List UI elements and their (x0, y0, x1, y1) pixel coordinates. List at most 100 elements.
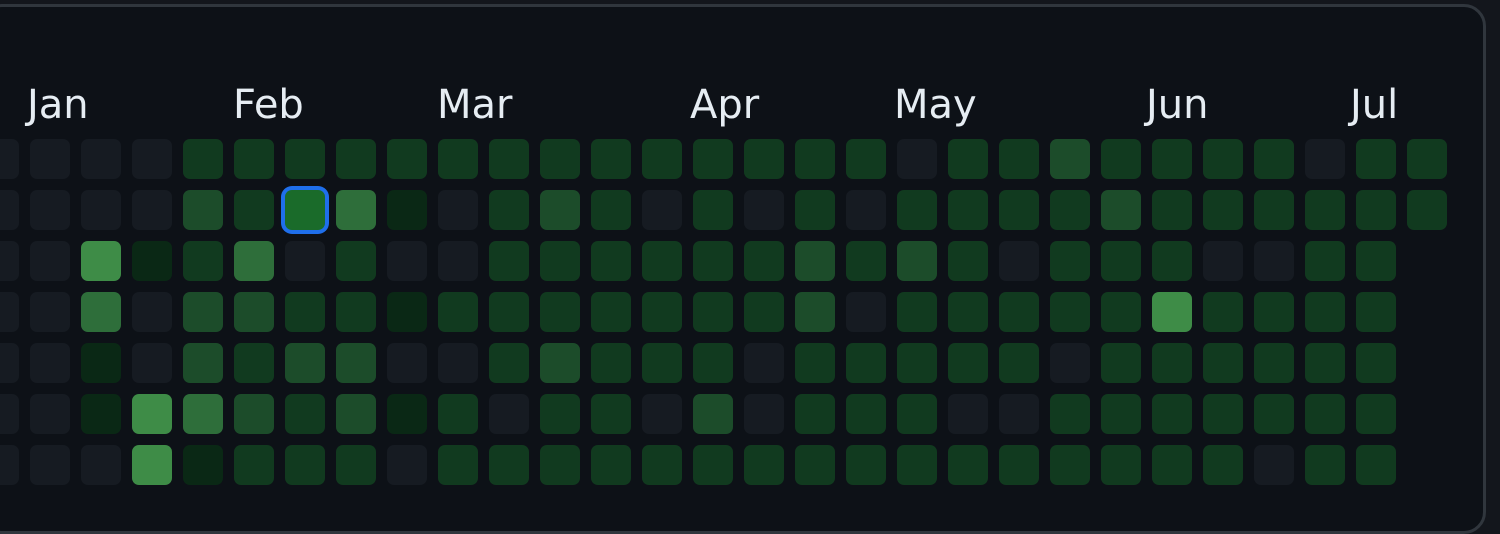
contribution-day-cell[interactable] (183, 394, 223, 434)
contribution-day-cell[interactable] (1305, 343, 1345, 383)
contribution-day-cell[interactable] (30, 139, 70, 179)
contribution-day-cell[interactable] (948, 292, 988, 332)
contribution-day-cell[interactable] (1152, 139, 1192, 179)
contribution-day-cell[interactable] (30, 445, 70, 485)
contribution-day-cell[interactable] (30, 241, 70, 281)
contribution-day-cell[interactable] (795, 292, 835, 332)
contribution-day-cell[interactable] (1050, 343, 1090, 383)
contribution-day-cell[interactable] (0, 190, 19, 230)
contribution-day-cell[interactable] (1101, 445, 1141, 485)
contribution-day-cell[interactable] (642, 241, 682, 281)
contribution-day-cell[interactable] (1203, 241, 1243, 281)
contribution-day-cell[interactable] (0, 394, 19, 434)
contribution-day-cell[interactable] (1254, 190, 1294, 230)
contribution-day-cell[interactable] (1407, 139, 1447, 179)
contribution-day-cell[interactable] (1101, 292, 1141, 332)
contribution-day-cell[interactable] (438, 190, 478, 230)
contribution-day-cell[interactable] (1152, 292, 1192, 332)
contribution-day-cell[interactable] (1254, 292, 1294, 332)
contribution-day-cell[interactable] (897, 394, 937, 434)
contribution-day-cell[interactable] (591, 292, 631, 332)
contribution-day-cell[interactable] (1101, 241, 1141, 281)
contribution-day-cell[interactable] (846, 292, 886, 332)
contribution-day-cell[interactable] (132, 292, 172, 332)
contribution-day-cell[interactable] (387, 394, 427, 434)
contribution-day-cell[interactable] (489, 241, 529, 281)
contribution-day-cell[interactable] (846, 190, 886, 230)
contribution-day-cell[interactable] (1254, 394, 1294, 434)
contribution-day-cell[interactable] (81, 139, 121, 179)
contribution-day-cell[interactable] (999, 445, 1039, 485)
contribution-day-cell[interactable] (795, 394, 835, 434)
contribution-day-cell[interactable] (438, 292, 478, 332)
contribution-day-cell[interactable] (489, 343, 529, 383)
contribution-day-cell[interactable] (999, 139, 1039, 179)
contribution-day-cell[interactable] (795, 139, 835, 179)
contribution-day-cell[interactable] (285, 394, 325, 434)
contribution-day-cell[interactable] (1101, 343, 1141, 383)
contribution-day-cell[interactable] (948, 190, 988, 230)
contribution-day-cell[interactable] (744, 139, 784, 179)
contribution-day-cell[interactable] (999, 292, 1039, 332)
contribution-day-cell[interactable] (1050, 190, 1090, 230)
contribution-day-cell[interactable] (489, 394, 529, 434)
contribution-day-cell[interactable] (438, 394, 478, 434)
contribution-day-cell[interactable] (387, 139, 427, 179)
contribution-day-cell[interactable] (591, 343, 631, 383)
contribution-day-cell[interactable] (1356, 139, 1396, 179)
contribution-day-cell[interactable] (999, 394, 1039, 434)
contribution-day-cell[interactable] (1356, 241, 1396, 281)
contribution-day-cell[interactable] (693, 343, 733, 383)
contribution-day-cell[interactable] (1254, 139, 1294, 179)
contribution-day-cell[interactable] (0, 343, 19, 383)
contribution-day-cell[interactable] (846, 139, 886, 179)
contribution-day-cell[interactable] (489, 445, 529, 485)
contribution-day-cell[interactable] (132, 343, 172, 383)
selected-day-cell[interactable] (285, 190, 325, 230)
contribution-day-cell[interactable] (183, 139, 223, 179)
contribution-day-cell[interactable] (1203, 190, 1243, 230)
contribution-day-cell[interactable] (489, 190, 529, 230)
contribution-day-cell[interactable] (1305, 394, 1345, 434)
contribution-day-cell[interactable] (81, 445, 121, 485)
contribution-day-cell[interactable] (183, 445, 223, 485)
contribution-day-cell[interactable] (387, 292, 427, 332)
contribution-day-cell[interactable] (0, 139, 19, 179)
contribution-day-cell[interactable] (1152, 445, 1192, 485)
contribution-day-cell[interactable] (1356, 190, 1396, 230)
contribution-day-cell[interactable] (897, 343, 937, 383)
contribution-day-cell[interactable] (336, 139, 376, 179)
contribution-day-cell[interactable] (897, 241, 937, 281)
contribution-day-cell[interactable] (285, 139, 325, 179)
contribution-day-cell[interactable] (234, 445, 274, 485)
contribution-day-cell[interactable] (387, 190, 427, 230)
contribution-day-cell[interactable] (744, 292, 784, 332)
contribution-day-cell[interactable] (183, 292, 223, 332)
contribution-day-cell[interactable] (1305, 139, 1345, 179)
contribution-day-cell[interactable] (1152, 190, 1192, 230)
contribution-day-cell[interactable] (1050, 394, 1090, 434)
contribution-day-cell[interactable] (744, 190, 784, 230)
contribution-day-cell[interactable] (693, 394, 733, 434)
contribution-day-cell[interactable] (438, 241, 478, 281)
contribution-day-cell[interactable] (387, 241, 427, 281)
contribution-day-cell[interactable] (0, 445, 19, 485)
contribution-day-cell[interactable] (795, 241, 835, 281)
contribution-day-cell[interactable] (693, 292, 733, 332)
contribution-day-cell[interactable] (999, 190, 1039, 230)
contribution-day-cell[interactable] (81, 190, 121, 230)
contribution-day-cell[interactable] (1101, 394, 1141, 434)
contribution-day-cell[interactable] (285, 292, 325, 332)
contribution-day-cell[interactable] (234, 394, 274, 434)
contribution-day-cell[interactable] (30, 292, 70, 332)
contribution-day-cell[interactable] (591, 445, 631, 485)
contribution-day-cell[interactable] (489, 139, 529, 179)
contribution-day-cell[interactable] (1152, 241, 1192, 281)
contribution-day-cell[interactable] (795, 343, 835, 383)
contribution-day-cell[interactable] (897, 190, 937, 230)
contribution-day-cell[interactable] (336, 190, 376, 230)
contribution-day-cell[interactable] (81, 394, 121, 434)
contribution-day-cell[interactable] (234, 241, 274, 281)
contribution-day-cell[interactable] (1254, 343, 1294, 383)
contribution-day-cell[interactable] (234, 343, 274, 383)
